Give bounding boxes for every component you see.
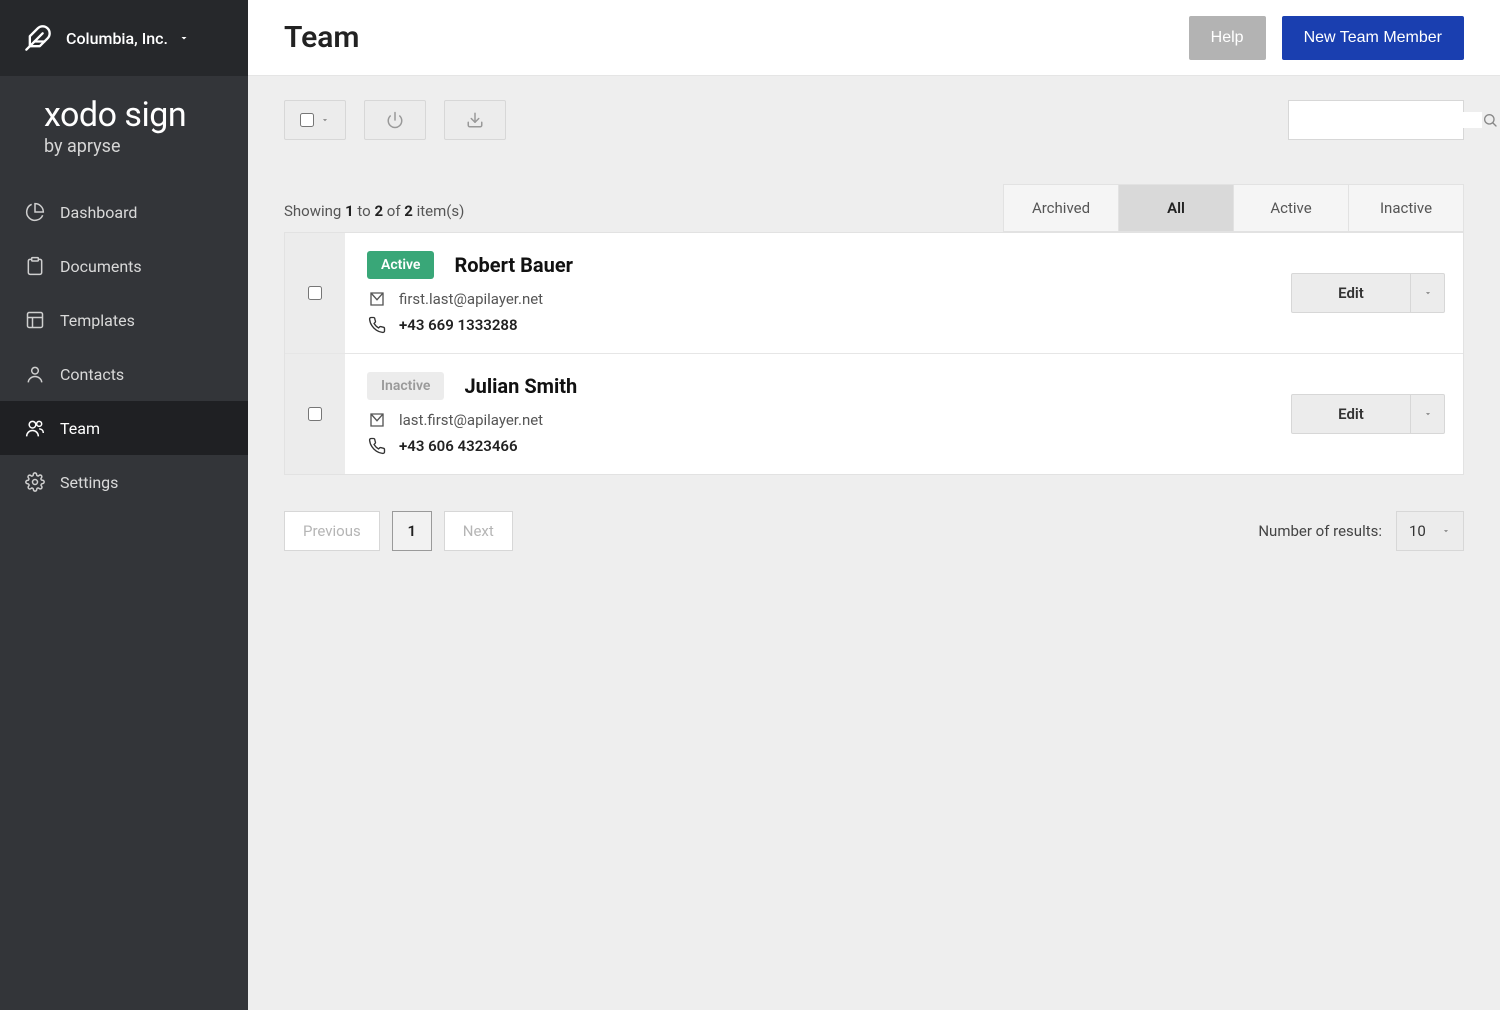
power-button[interactable] <box>364 100 426 140</box>
edit-button[interactable]: Edit <box>1291 273 1411 313</box>
edit-dropdown-button[interactable] <box>1411 394 1445 434</box>
sidebar-item-label: Team <box>60 419 100 438</box>
results-per-page-select[interactable]: 10 <box>1396 511 1464 551</box>
edit-button[interactable]: Edit <box>1291 394 1411 434</box>
help-button[interactable]: Help <box>1189 16 1266 60</box>
member-phone: +43 606 4323466 <box>399 437 518 455</box>
product-name: xodo sign <box>44 98 224 132</box>
results-per-page-value: 10 <box>1409 522 1426 540</box>
documents-icon <box>24 255 46 277</box>
content: Showing 1 to 2 of 2 item(s) Archived All… <box>248 76 1500 1010</box>
row-checkbox[interactable] <box>308 407 322 421</box>
tab-active[interactable]: Active <box>1233 184 1349 232</box>
feather-icon <box>24 24 52 52</box>
results-header: Showing 1 to 2 of 2 item(s) Archived All… <box>284 184 1464 232</box>
sidebar-item-label: Dashboard <box>60 203 137 222</box>
sidebar-item-label: Settings <box>60 473 118 492</box>
sidebar-item-documents[interactable]: Documents <box>0 239 248 293</box>
filter-tabs: Archived All Active Inactive <box>1004 184 1464 232</box>
brand: xodo sign by apryse <box>0 76 248 185</box>
page-number-button[interactable]: 1 <box>392 511 432 551</box>
results-count-label: Number of results: <box>1258 522 1382 540</box>
status-badge: Active <box>367 251 434 279</box>
sidebar: Columbia, Inc. xodo sign by apryse Dashb… <box>0 0 248 1010</box>
edit-split-button: Edit <box>1291 394 1445 434</box>
sidebar-item-contacts[interactable]: Contacts <box>0 347 248 401</box>
member-phone-line: +43 606 4323466 <box>367 436 1269 456</box>
member-email: first.last@apilayer.net <box>399 290 543 308</box>
mail-icon <box>367 289 387 309</box>
member-name: Robert Bauer <box>454 253 573 277</box>
search-input[interactable] <box>1301 112 1482 128</box>
org-name: Columbia, Inc. <box>66 29 168 48</box>
chevron-down-icon <box>1441 526 1451 536</box>
select-all-checkbox[interactable] <box>300 113 314 127</box>
next-button[interactable]: Next <box>444 511 513 551</box>
pie-chart-icon <box>24 201 46 223</box>
sidebar-item-settings[interactable]: Settings <box>0 455 248 509</box>
mail-icon <box>367 410 387 430</box>
prev-button[interactable]: Previous <box>284 511 380 551</box>
nav: Dashboard Documents Templates Contacts <box>0 185 248 509</box>
gear-icon <box>24 471 46 493</box>
templates-icon <box>24 309 46 331</box>
sidebar-item-team[interactable]: Team <box>0 401 248 455</box>
page-title: Team <box>284 20 359 55</box>
chevron-down-icon <box>178 32 190 44</box>
edit-split-button: Edit <box>1291 273 1445 313</box>
org-switcher[interactable]: Columbia, Inc. <box>0 0 248 76</box>
status-badge: Inactive <box>367 372 444 400</box>
member-name: Julian Smith <box>464 374 577 398</box>
edit-dropdown-button[interactable] <box>1411 273 1445 313</box>
pagination: Previous 1 Next Number of results: 10 <box>284 511 1464 551</box>
product-byline: by apryse <box>44 136 224 157</box>
member-list: Active Robert Bauer first.last@apilayer.… <box>284 232 1464 475</box>
member-row: Inactive Julian Smith last.first@apilaye… <box>285 354 1463 474</box>
sidebar-item-templates[interactable]: Templates <box>0 293 248 347</box>
member-email-line: first.last@apilayer.net <box>367 289 1269 309</box>
team-icon <box>24 417 46 439</box>
sidebar-item-label: Contacts <box>60 365 124 384</box>
row-checkbox[interactable] <box>308 286 322 300</box>
toolbar <box>284 100 1464 140</box>
contacts-icon <box>24 363 46 385</box>
row-checkbox-cell <box>285 354 345 474</box>
header: Team Help New Team Member <box>248 0 1500 76</box>
member-phone-line: +43 669 1333288 <box>367 315 1269 335</box>
search-icon <box>1482 112 1498 128</box>
main: Team Help New Team Member <box>248 0 1500 1010</box>
search-box[interactable] <box>1288 100 1464 140</box>
member-phone: +43 669 1333288 <box>399 316 518 334</box>
row-checkbox-cell <box>285 233 345 353</box>
tab-archived[interactable]: Archived <box>1003 184 1119 232</box>
sidebar-item-dashboard[interactable]: Dashboard <box>0 185 248 239</box>
new-team-member-button[interactable]: New Team Member <box>1282 16 1464 60</box>
phone-icon <box>367 436 387 456</box>
sidebar-item-label: Templates <box>60 311 135 330</box>
member-row: Active Robert Bauer first.last@apilayer.… <box>285 233 1463 354</box>
select-all-button[interactable] <box>284 100 346 140</box>
member-email: last.first@apilayer.net <box>399 411 543 429</box>
member-email-line: last.first@apilayer.net <box>367 410 1269 430</box>
phone-icon <box>367 315 387 335</box>
sidebar-item-label: Documents <box>60 257 142 276</box>
download-button[interactable] <box>444 100 506 140</box>
showing-text: Showing 1 to 2 of 2 item(s) <box>284 202 464 232</box>
tab-inactive[interactable]: Inactive <box>1348 184 1464 232</box>
tab-all[interactable]: All <box>1118 184 1234 232</box>
